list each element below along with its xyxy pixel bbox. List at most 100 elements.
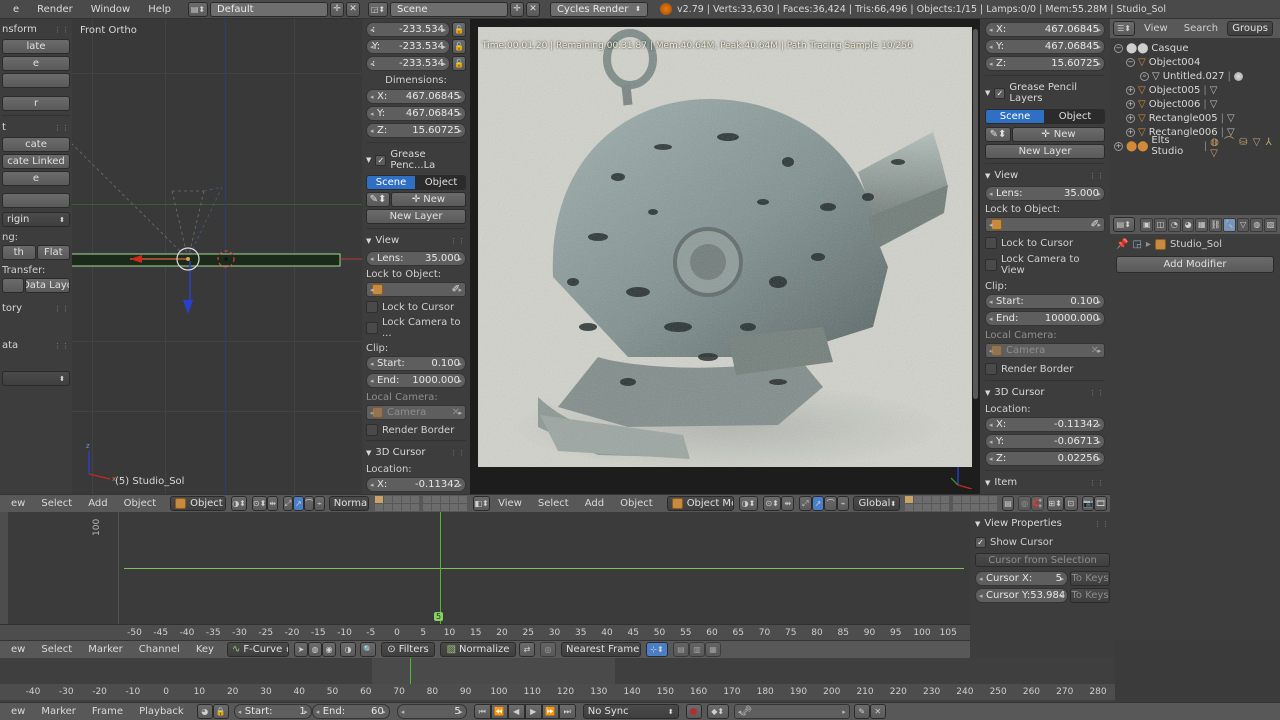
render-border-toggle-right[interactable] [985, 363, 997, 375]
lock-z-icon[interactable]: 🔓 [452, 56, 466, 71]
data-tab-icon[interactable]: ▽ [1236, 217, 1250, 232]
vp1-menu-select[interactable]: Select [33, 498, 80, 509]
timeline-menu-marker[interactable]: Marker [33, 706, 84, 717]
editor-type-icon[interactable]: ◧⬍ [473, 496, 491, 511]
gp-new-layer-button[interactable]: New Layer [366, 209, 466, 224]
add-keying-set-icon[interactable]: ✎ [853, 704, 870, 719]
keying-set-field[interactable]: 🗝 [733, 704, 850, 719]
vp2-manipulator-toggle-icon[interactable]: ⇹ [781, 496, 795, 511]
vp1-menu-add[interactable]: Add [80, 498, 115, 509]
expand-icon[interactable]: + [1126, 113, 1135, 123]
cursor-z-field-right[interactable]: Z: 0.02256 [985, 451, 1105, 466]
graph-menu-view[interactable]: ew [3, 644, 33, 655]
vp2-snap-mode-icon[interactable]: ⊞⬍ [1046, 496, 1064, 511]
graph-x-axis-ruler[interactable]: -50 -45 -40 -35 -30 -25 -20 -15 -10 -5 0 5 10 15 20 25 3… [0, 624, 970, 640]
auto-keyframe-icon[interactable]: ◕ [196, 704, 213, 719]
ghost-curves-icon[interactable]: ◍ [307, 642, 322, 657]
vp1-interaction-mode[interactable]: Object Mode ⬍ [170, 496, 227, 511]
jump-to-end-icon[interactable]: ⏭ [558, 704, 576, 719]
data-layout-button[interactable]: Data Layo [25, 278, 70, 293]
vp2-viewport-shading-icon[interactable]: ◑⬍ [739, 496, 758, 511]
data-select[interactable]: ⬍ [2, 371, 70, 386]
vp2-lock-icon[interactable]: ▤ [1001, 496, 1015, 511]
modifiers-tab-icon[interactable]: 🔧 [1222, 217, 1236, 232]
data-section-header[interactable]: ata ⋮⋮ [2, 338, 70, 353]
clip-end-field-right[interactable]: End: 10000.000 [985, 311, 1105, 326]
graph-vertical-scrollbar[interactable] [0, 512, 8, 624]
delete-scene-icon[interactable]: ✕ [526, 1, 541, 17]
vp2-render-animation-icon[interactable]: 🎞 [1094, 496, 1107, 511]
vp2-transform-orientation[interactable]: Global ⬍ [853, 496, 900, 511]
gp-browse-icon[interactable]: ✎⬍ [366, 192, 390, 207]
graph-fcurve[interactable] [124, 568, 964, 569]
vp2-gizmo-translate-icon[interactable]: ⤢ [799, 496, 812, 511]
transfer-button[interactable] [2, 278, 24, 293]
outliner-display-mode[interactable]: Groups [1227, 21, 1274, 36]
timeline-editor[interactable]: -40 -30 -20 -10 0 10 20 30 40 50 60 70 80 90 100 110 120… [0, 658, 1115, 702]
render-layers-tab-icon[interactable]: ◫ [1154, 217, 1167, 232]
shade-smooth-button[interactable]: th [2, 245, 36, 260]
material-tab-icon[interactable]: ◍ [1250, 217, 1264, 232]
collapse-icon[interactable]: − [1114, 43, 1123, 53]
end-frame-field[interactable]: End: 60 [311, 704, 390, 719]
scene-browse-icon[interactable]: ◲⬍ [368, 1, 389, 17]
expand-icon[interactable]: + [1126, 99, 1135, 109]
editor-type-icon[interactable]: ☰⬍ [1113, 21, 1135, 36]
collapse-icon[interactable]: − [1126, 57, 1135, 67]
cursor-x-to-keys-button[interactable]: To Keys [1070, 571, 1110, 586]
timeline-menu-frame[interactable]: Frame [84, 706, 131, 717]
play-icon[interactable]: ▶ [524, 704, 542, 719]
vp2-interaction-mode[interactable]: Object Mode ⬍ [666, 496, 735, 511]
clip-start-field[interactable]: Start: 0.100 [366, 356, 466, 371]
outliner-row-untitled027[interactable]: ∘ ▽ Untitled.027 | [1110, 69, 1280, 83]
outliner-row-rectangle005[interactable]: + ▽ Rectangle005 | ▽ [1110, 111, 1280, 125]
keyframe-type-icon[interactable]: ◆⬍ [706, 704, 729, 719]
cursor-x-field-right[interactable]: X: -0.11342 [985, 417, 1105, 432]
vp2-menu-object[interactable]: Object [612, 498, 661, 509]
render-border-toggle[interactable] [366, 424, 378, 436]
graph-menu-select[interactable]: Select [33, 644, 80, 655]
keying-set-lock-icon[interactable]: 🔒 [212, 704, 229, 719]
gp-new-button-right[interactable]: ✛ New [1012, 127, 1105, 142]
outliner-row-object004[interactable]: − ▽ Object004 [1110, 55, 1280, 69]
expand-icon[interactable]: ∘ [1140, 71, 1149, 81]
lens-field-right[interactable]: Lens: 35.000 [985, 186, 1105, 201]
pivot-point-icon[interactable]: ⊹⬍ [645, 642, 668, 657]
clear-icon[interactable]: ✕ [452, 407, 460, 418]
vp1-scene-layers[interactable] [375, 496, 420, 511]
world-tab-icon[interactable]: ◕ [1181, 217, 1195, 232]
delete-screen-icon[interactable]: ✕ [346, 1, 361, 17]
render-tab-icon[interactable]: ▣ [1140, 217, 1154, 232]
auto-normalize-icon[interactable]: ⇄ [518, 642, 535, 657]
only-selected-icon[interactable]: ◉ [321, 642, 336, 657]
gp-object-tab[interactable]: Object [416, 175, 466, 190]
menu-item-help[interactable]: Help [139, 0, 180, 19]
vp2-gizmo-rotate-icon[interactable]: ↗ [811, 496, 825, 511]
play-reverse-icon[interactable]: ◀ [507, 704, 525, 719]
pin-icon[interactable]: 📌 [1116, 239, 1128, 250]
cursor-y-to-keys-button[interactable]: To Keys [1070, 588, 1110, 603]
vp2-gizmo-scale-icon[interactable]: ⌒ [824, 496, 837, 511]
location-z-field[interactable]: : -233.534 [366, 56, 450, 71]
cursor-x-field[interactable]: X: -0.11342 [366, 477, 466, 492]
copy-keyframes-icon[interactable]: ▤ [672, 642, 689, 657]
object-set-icons[interactable]: ◍ ⌒ ⛁ ▽ ⅄ ▽ [1210, 133, 1280, 159]
vp1-viewport-shading-icon[interactable]: ◑⬍ [231, 496, 247, 511]
cursor-y-field-right[interactable]: Y: -0.06713 [985, 434, 1105, 449]
grease-pencil-checkbox-right[interactable]: ✓ [994, 87, 1006, 99]
gp-new-layer-button-right[interactable]: New Layer [985, 144, 1105, 159]
graph-menu-channel[interactable]: Channel [131, 644, 188, 655]
history-section-header[interactable]: tory ⋮⋮ [2, 301, 70, 316]
dimension-x-field[interactable]: X: 467.06845 [366, 89, 466, 104]
viewport-vertical-scrollbar[interactable] [973, 29, 978, 399]
lock-x-icon[interactable]: 🔓 [452, 22, 466, 37]
graph-menu-key[interactable]: Key [188, 644, 222, 655]
cursor-arrow-icon[interactable]: ➤ [293, 642, 308, 657]
paste-keyframes-icon[interactable]: ▥ [688, 642, 705, 657]
edit-section-header[interactable]: t ⋮⋮ [2, 120, 70, 135]
scene-field[interactable]: Scene [390, 1, 509, 17]
clear-icon[interactable]: ✕ [1091, 345, 1099, 356]
vp1-menu-view[interactable]: ew [3, 498, 33, 509]
3d-cursor-header-right[interactable]: ▼ 3D Cursor ⋮⋮ [985, 385, 1105, 400]
dimension-x-field-right[interactable]: X: 467.06845 [985, 22, 1105, 37]
